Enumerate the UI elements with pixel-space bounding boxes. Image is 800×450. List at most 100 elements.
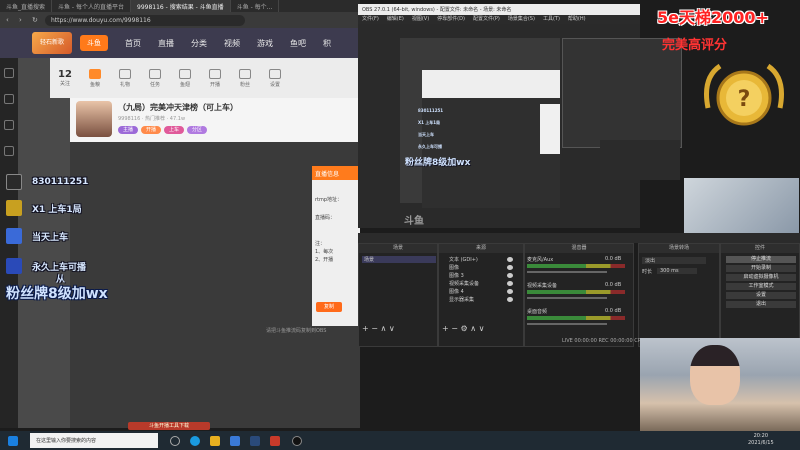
sidebar-game-icon[interactable] xyxy=(4,146,14,156)
clock-date: 2021/6/15 xyxy=(748,440,774,446)
url-field[interactable]: https://www.douyu.com/9998116 xyxy=(45,14,245,26)
taskbar-search-input[interactable]: 在这里输入你要搜索的内容 xyxy=(30,433,158,448)
preview-recursive-obs xyxy=(562,38,682,148)
overlay-row: X1 上车1局 xyxy=(6,200,82,216)
transition-select[interactable]: 淡出 xyxy=(642,257,706,264)
download-tool-button[interactable]: 斗鱼开播工具下载 xyxy=(128,422,210,430)
scene-item[interactable]: 场景 xyxy=(362,256,436,263)
browser-tab-active[interactable]: 9998116 - 搜索结果 - 斗鱼直播 xyxy=(131,0,231,12)
tag-badge[interactable]: 分区 xyxy=(187,126,208,134)
browser-app-icon[interactable] xyxy=(270,436,280,446)
menu-help[interactable]: 帮助(H) xyxy=(568,15,586,24)
nav-games[interactable]: 游戏 xyxy=(257,38,273,49)
preview-douyu-logo: 斗鱼 xyxy=(404,216,424,227)
volume-slider[interactable] xyxy=(527,323,607,325)
steam-icon[interactable] xyxy=(250,436,260,446)
eye-icon[interactable] xyxy=(507,257,513,262)
sidebar-history-icon[interactable] xyxy=(4,120,14,130)
browser-tab[interactable]: 斗鱼 - 每个... xyxy=(231,0,280,12)
studio-mode-button[interactable]: 工作室模式 xyxy=(726,283,796,290)
eye-icon[interactable] xyxy=(507,281,513,286)
tag-badge[interactable]: 主播 xyxy=(118,126,139,134)
overlay-row: 永久上车可播 xyxy=(6,258,86,274)
gift-icon xyxy=(119,68,131,79)
tool-fishfood[interactable]: 鱼粮 xyxy=(80,68,110,88)
volume-meter xyxy=(527,316,625,320)
eye-icon[interactable] xyxy=(507,265,513,270)
room-meta: 9998116 · 热门推荐 · 47.1w xyxy=(118,116,186,122)
eye-icon[interactable] xyxy=(507,289,513,294)
volume-meter xyxy=(527,264,625,268)
settings-button[interactable]: 设置 xyxy=(726,292,796,299)
stop-streaming-button[interactable]: 停止推流 xyxy=(726,256,796,263)
volume-slider[interactable] xyxy=(527,271,607,273)
nav-live[interactable]: 直播 xyxy=(158,38,174,49)
douyu-brand-logo[interactable]: 斗鱼 xyxy=(80,35,108,51)
nav-category[interactable]: 分类 xyxy=(191,38,207,49)
nav-points[interactable]: 积 xyxy=(323,38,331,49)
tool-task[interactable]: 任务 xyxy=(140,68,170,88)
volume-slider[interactable] xyxy=(527,297,607,299)
obs-app-icon[interactable] xyxy=(292,436,302,446)
tool-settings[interactable]: 设置 xyxy=(260,68,290,88)
copy-button[interactable]: 复制 xyxy=(316,302,342,312)
scenes-dock: 场景 场景 + − ∧ ∨ xyxy=(358,243,438,347)
menu-scene-collection[interactable]: 场景集合(S) xyxy=(508,15,535,24)
stream-key-label: 直播码： xyxy=(315,215,336,221)
preview-room-card xyxy=(422,70,560,98)
preview-overlay-text: 830111251 xyxy=(418,108,444,113)
virtual-camera-button[interactable]: 启动虚拟摄像机 xyxy=(726,274,796,281)
start-recording-button[interactable]: 开始录制 xyxy=(726,265,796,272)
source-item[interactable]: 图像 xyxy=(449,264,459,271)
reload-icon[interactable]: ↻ xyxy=(32,16,39,24)
tool-broadcast[interactable]: 开播 xyxy=(200,68,230,88)
menu-docks[interactable]: 停靠部件(D) xyxy=(437,15,465,24)
menu-tools[interactable]: 工具(T) xyxy=(543,15,560,24)
modal-title: 直播信息 xyxy=(312,166,360,180)
sidebar-home-icon[interactable] xyxy=(4,68,14,78)
browser-tab[interactable]: 斗鱼_直播搜索 xyxy=(0,0,53,12)
folder-icon[interactable] xyxy=(210,436,220,446)
source-item[interactable]: 显示器采集 xyxy=(449,296,474,303)
edge-icon[interactable] xyxy=(190,436,200,446)
menu-edit[interactable]: 编辑(E) xyxy=(387,15,404,24)
back-icon[interactable]: ‹ xyxy=(6,16,13,24)
pencil-icon xyxy=(6,200,22,216)
menu-profile[interactable]: 配置文件(P) xyxy=(473,15,500,24)
avatar[interactable] xyxy=(76,101,112,137)
nav-video[interactable]: 视频 xyxy=(224,38,240,49)
eye-icon[interactable] xyxy=(507,297,513,302)
room-tags: 主播 开播 上车 分区 xyxy=(118,126,208,134)
douyu-logo[interactable]: 轻石新歌 xyxy=(32,32,72,54)
source-item[interactable]: 图像 4 xyxy=(449,288,464,295)
source-item[interactable]: 图像 3 xyxy=(449,272,464,279)
sidebar-follow-icon[interactable] xyxy=(4,94,14,104)
source-item[interactable]: 视频采集设备 xyxy=(449,280,479,287)
browser-tab[interactable]: 斗鱼 - 每个人的直播平台 xyxy=(52,0,131,12)
rtmp-label: rtmp地址： xyxy=(315,197,343,203)
tag-badge[interactable]: 开播 xyxy=(141,126,162,134)
add-source-button[interactable]: + − ⚙ ∧ ∨ xyxy=(442,324,484,333)
tool-gift[interactable]: 礼物 xyxy=(110,68,140,88)
source-item[interactable]: 文本 (GDI+) xyxy=(449,256,478,263)
nav-home[interactable]: 首页 xyxy=(125,38,141,49)
tool-fans[interactable]: 粉丝 xyxy=(230,68,260,88)
mixer-track-name: 视频采集设备 xyxy=(527,283,558,289)
forward-icon[interactable]: › xyxy=(19,16,26,24)
cortana-icon[interactable] xyxy=(170,436,180,446)
overlay-text: X1 上车1局 xyxy=(32,204,82,215)
nav-yuba[interactable]: 鱼吧 xyxy=(290,38,306,49)
controls-title: 控件 xyxy=(721,244,799,253)
exit-button[interactable]: 退出 xyxy=(726,301,796,308)
eye-icon[interactable] xyxy=(507,273,513,278)
add-scene-button[interactable]: + − ∧ ∨ xyxy=(362,324,395,333)
menu-file[interactable]: 文件(F) xyxy=(362,15,379,24)
duration-input[interactable]: 300 ms xyxy=(657,268,697,274)
menu-view[interactable]: 视图(V) xyxy=(412,15,429,24)
overlay-qq-text: 830111251 xyxy=(32,177,89,187)
store-icon[interactable] xyxy=(230,436,240,446)
start-icon[interactable] xyxy=(8,436,18,446)
tool-follow[interactable]: 12 关注 xyxy=(50,69,80,87)
tool-fin[interactable]: 鱼翅 xyxy=(170,68,200,88)
tag-badge[interactable]: 上车 xyxy=(164,126,185,134)
